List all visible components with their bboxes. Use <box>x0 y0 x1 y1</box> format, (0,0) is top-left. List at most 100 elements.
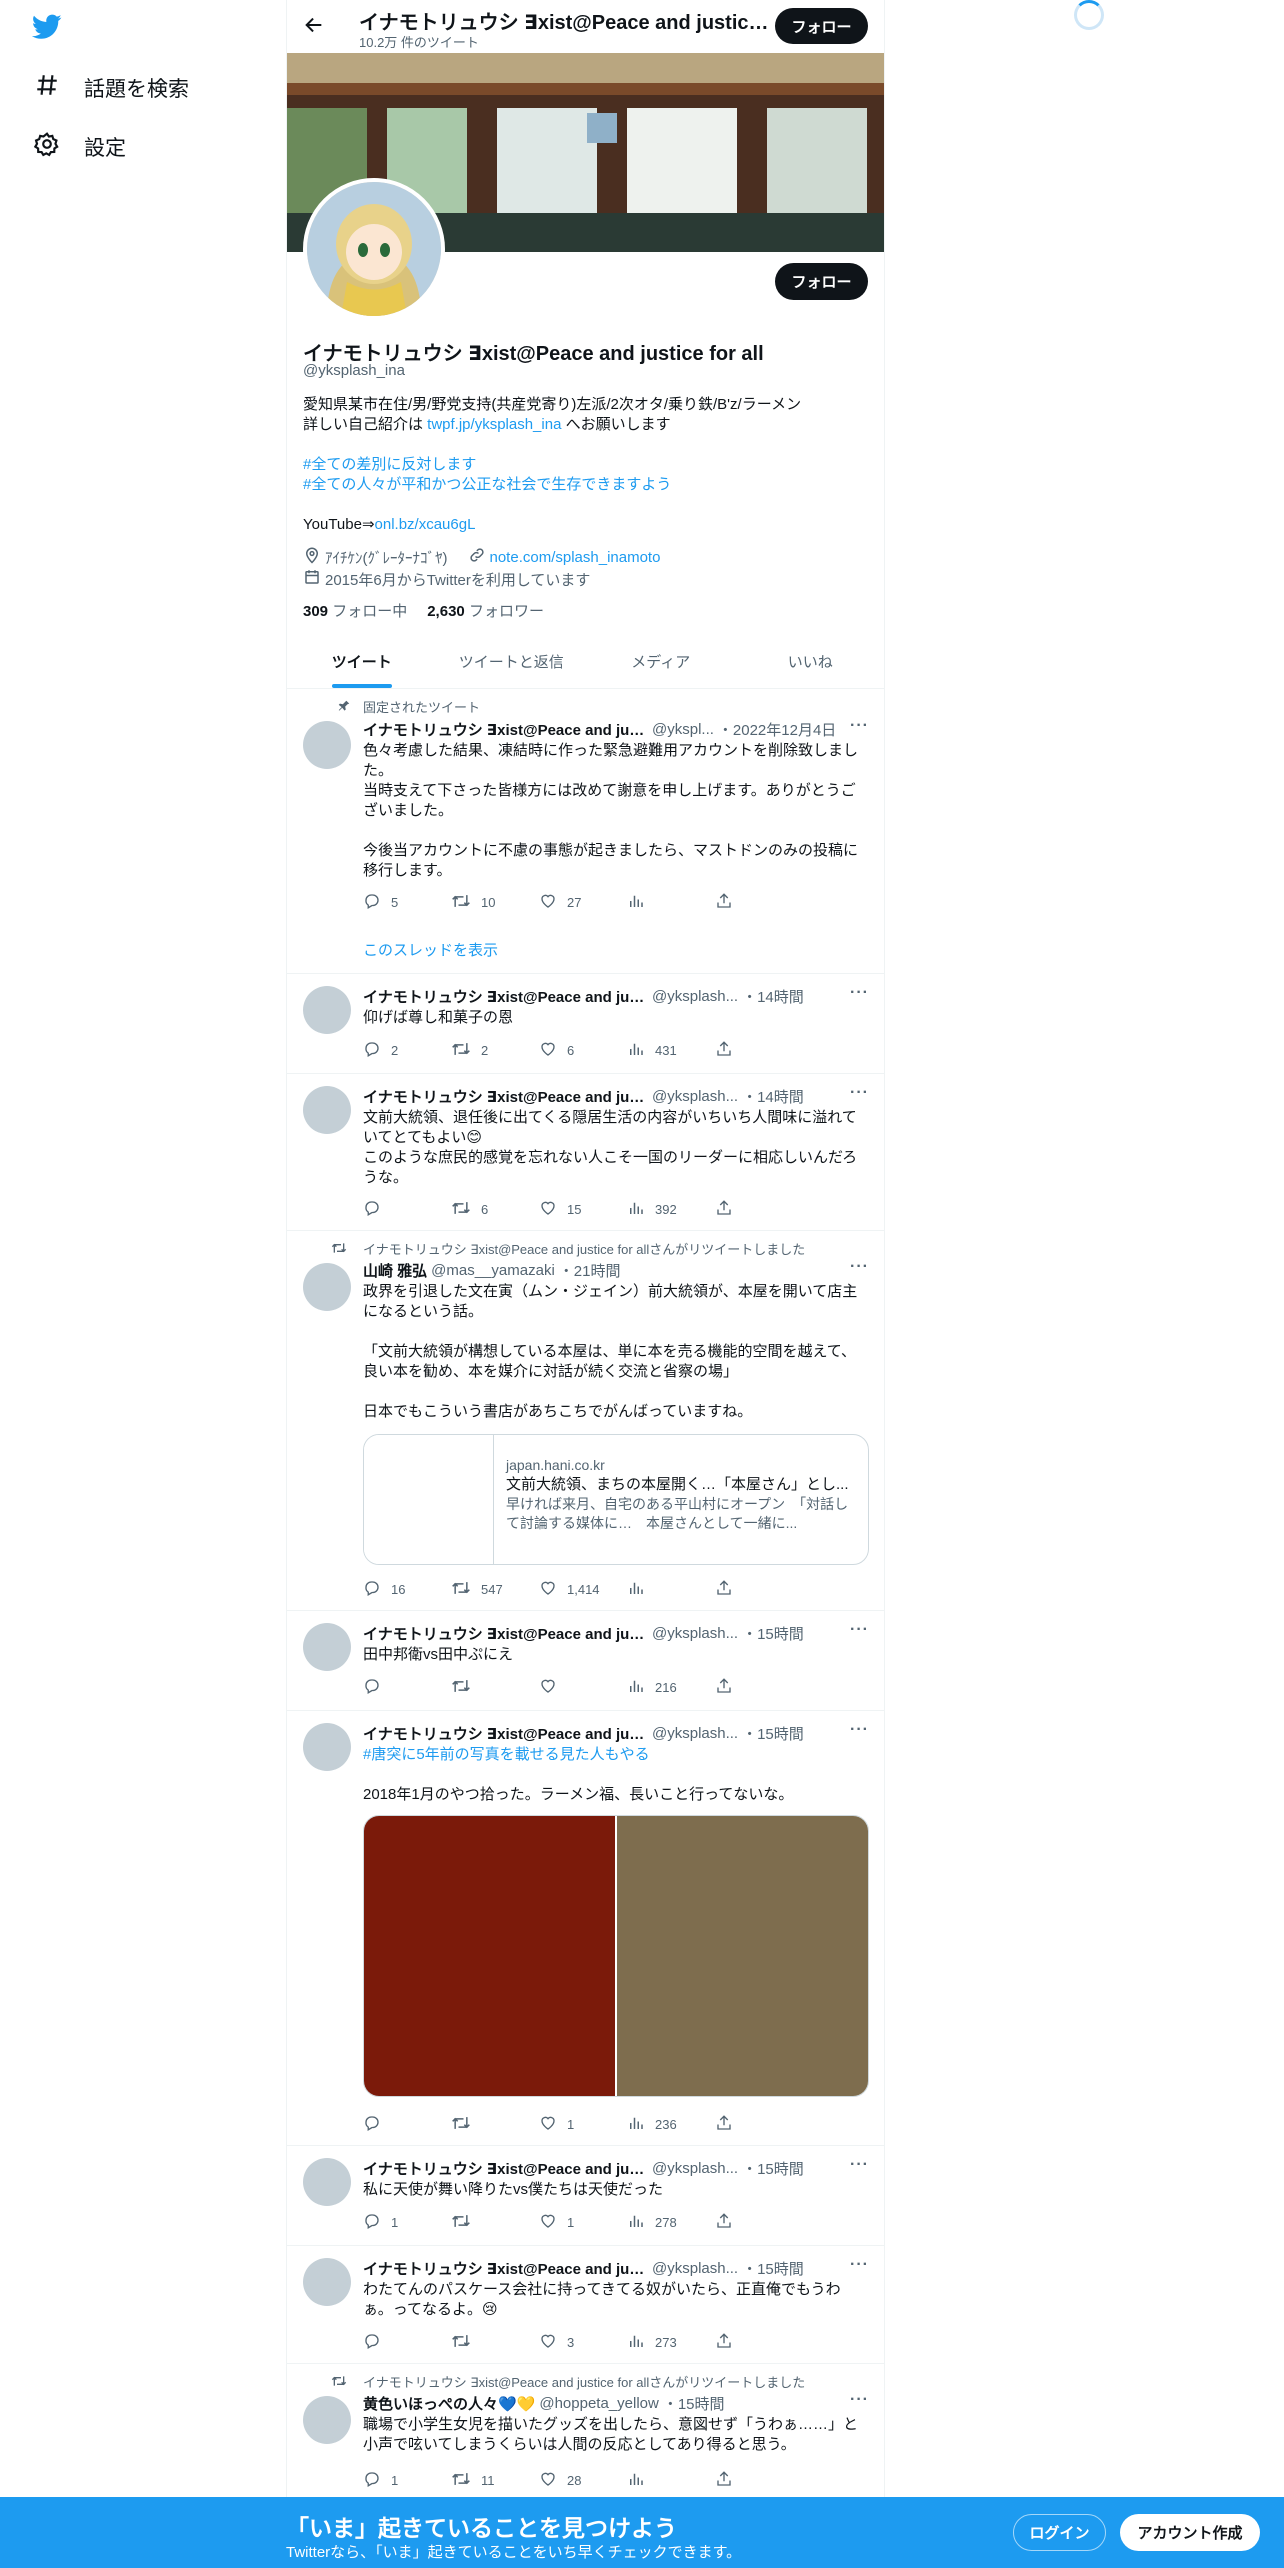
avatar[interactable] <box>303 1623 351 1671</box>
views-button[interactable]: 431 <box>627 1040 715 1061</box>
more-options-icon[interactable]: ··· <box>850 1084 869 1102</box>
nav-explore[interactable]: 話題を検索 <box>34 72 189 104</box>
retweet-button[interactable]: 2 <box>451 1040 539 1061</box>
tweet[interactable]: イナモトリュウシ ∃xist@Peace and justice f... @y… <box>287 1074 884 1231</box>
like-button[interactable]: 3 <box>539 2332 627 2353</box>
avatar[interactable] <box>303 2158 351 2206</box>
show-thread-link[interactable]: このスレッドを表示 <box>363 939 498 960</box>
tweet-time[interactable]: ・15時間 <box>742 1723 804 1744</box>
profile-avatar[interactable] <box>303 178 445 320</box>
tweet-time[interactable]: ・15時間 <box>663 2393 725 2414</box>
views-button[interactable] <box>627 2470 715 2491</box>
tweet-retweet[interactable]: イナモトリュウシ ∃xist@Peace and justice for all… <box>287 2364 884 2500</box>
author-name[interactable]: イナモトリュウシ ∃xist@Peace and justice f... <box>363 1623 648 1644</box>
tab-media[interactable]: メディア <box>586 636 736 688</box>
tweet-time[interactable]: ・14時間 <box>742 1086 804 1107</box>
media-image[interactable] <box>617 1816 868 2096</box>
reply-button[interactable]: 16 <box>363 1579 451 1600</box>
tab-likes[interactable]: いいね <box>736 636 885 688</box>
avatar[interactable] <box>303 986 351 1034</box>
retweet-button[interactable]: 10 <box>451 892 539 913</box>
like-button[interactable]: 1 <box>539 2212 627 2233</box>
author-handle[interactable]: @yksplash... <box>652 2160 738 2177</box>
like-button[interactable]: 15 <box>539 1199 627 1220</box>
more-options-icon[interactable]: ··· <box>850 1258 869 1276</box>
avatar[interactable] <box>303 1086 351 1134</box>
tweet-with-media[interactable]: イナモトリュウシ ∃xist@Peace and justice f... @y… <box>287 1711 884 2146</box>
retweeted-by-label[interactable]: イナモトリュウシ ∃xist@Peace and justice for all… <box>363 1239 805 1258</box>
views-button[interactable] <box>627 1579 715 1600</box>
back-arrow-icon[interactable] <box>303 14 325 41</box>
avatar[interactable] <box>303 1263 351 1311</box>
author-handle[interactable]: @yksplash... <box>652 1088 738 1105</box>
like-button[interactable]: 6 <box>539 1040 627 1061</box>
share-button[interactable] <box>715 1040 803 1061</box>
retweet-button[interactable] <box>451 2332 539 2353</box>
follow-button[interactable]: フォロー <box>775 263 868 300</box>
author-name[interactable]: イナモトリュウシ ∃xist@Peace and justice f... <box>363 2258 648 2279</box>
retweet-button[interactable] <box>451 2114 539 2135</box>
share-button[interactable] <box>715 892 803 913</box>
retweeted-by-label[interactable]: イナモトリュウシ ∃xist@Peace and justice for all… <box>363 2372 805 2391</box>
tweet[interactable]: イナモトリュウシ ∃xist@Peace and justice f... @y… <box>287 2146 884 2246</box>
reply-button[interactable] <box>363 1199 451 1220</box>
views-button[interactable]: 236 <box>627 2114 715 2135</box>
author-name[interactable]: イナモトリュウシ ∃xist@Peace and jus... <box>363 719 648 740</box>
tweet[interactable]: イナモトリュウシ ∃xist@Peace and justice f... @y… <box>287 974 884 1074</box>
reply-button[interactable]: 1 <box>363 2212 451 2233</box>
author-name[interactable]: イナモトリュウシ ∃xist@Peace and justice f... <box>363 1723 648 1744</box>
author-name[interactable]: イナモトリュウシ ∃xist@Peace and justice f... <box>363 1086 648 1107</box>
more-options-icon[interactable]: ··· <box>850 2256 869 2274</box>
share-button[interactable] <box>715 1677 803 1698</box>
like-button[interactable]: 28 <box>539 2470 627 2491</box>
retweet-button[interactable] <box>451 1677 539 1698</box>
author-name[interactable]: イナモトリュウシ ∃xist@Peace and justice f... <box>363 986 648 1007</box>
bio-hashtag-link[interactable]: #全ての差別に反対します <box>303 455 873 475</box>
retweet-button[interactable]: 547 <box>451 1579 539 1600</box>
like-button[interactable]: 27 <box>539 892 627 913</box>
views-button[interactable]: 216 <box>627 1677 715 1698</box>
author-handle[interactable]: @hoppeta_yellow <box>539 2395 658 2412</box>
tweet-time[interactable]: ・21時間 <box>559 1260 621 1281</box>
share-button[interactable] <box>715 2332 803 2353</box>
link-card[interactable]: japan.hani.co.kr 文前大統領、まちの本屋開く…「本屋さん」とし.… <box>363 1434 869 1565</box>
login-button[interactable]: ログイン <box>1013 2514 1106 2551</box>
author-handle[interactable]: @yksplash... <box>652 1625 738 1642</box>
avatar[interactable] <box>303 2258 351 2306</box>
avatar[interactable] <box>303 1723 351 1771</box>
more-options-icon[interactable]: ··· <box>850 2156 869 2174</box>
views-button[interactable]: 278 <box>627 2212 715 2233</box>
reply-button[interactable] <box>363 2114 451 2135</box>
more-options-icon[interactable]: ··· <box>850 717 869 735</box>
share-button[interactable] <box>715 2212 803 2233</box>
tweet-retweet[interactable]: イナモトリュウシ ∃xist@Peace and justice for all… <box>287 1231 884 1611</box>
reply-button[interactable] <box>363 2332 451 2353</box>
nav-settings[interactable]: 設定 <box>33 131 126 163</box>
views-button[interactable] <box>627 892 715 913</box>
followers-link[interactable]: 2,630 フォロワー <box>427 600 544 621</box>
tweet-time[interactable]: ・15時間 <box>742 2258 804 2279</box>
author-name[interactable]: イナモトリュウシ ∃xist@Peace and justice f... <box>363 2158 648 2179</box>
tweet-time[interactable]: ・2022年12月4日 <box>718 719 836 740</box>
header-follow-button[interactable]: フォロー <box>775 8 868 44</box>
more-options-icon[interactable]: ··· <box>850 2391 869 2409</box>
author-name[interactable]: 黄色いほっぺの人々💙💛 <box>363 2393 535 2414</box>
signup-button[interactable]: アカウント作成 <box>1120 2514 1260 2551</box>
views-button[interactable]: 392 <box>627 1199 715 1220</box>
share-button[interactable] <box>715 1579 803 1600</box>
tweet-time[interactable]: ・14時間 <box>742 986 804 1007</box>
author-name[interactable]: 山崎 雅弘 <box>363 1260 427 1281</box>
author-handle[interactable]: @yksplash... <box>652 988 738 1005</box>
media-grid[interactable] <box>363 1815 869 2097</box>
tweet-time[interactable]: ・15時間 <box>742 1623 804 1644</box>
twitter-bird-icon[interactable] <box>31 14 62 45</box>
reply-button[interactable]: 2 <box>363 1040 451 1061</box>
bio-hashtag-link[interactable]: #全ての人々が平和かつ公正な社会で生存できますよう <box>303 475 873 495</box>
more-options-icon[interactable]: ··· <box>850 1621 869 1639</box>
profile-website-link[interactable]: note.com/splash_inamoto <box>490 549 661 566</box>
share-button[interactable] <box>715 2114 803 2135</box>
reply-button[interactable]: 1 <box>363 2470 451 2491</box>
more-options-icon[interactable]: ··· <box>850 1721 869 1739</box>
tab-tweets-and-replies[interactable]: ツイートと返信 <box>437 636 587 688</box>
share-button[interactable] <box>715 2470 803 2491</box>
